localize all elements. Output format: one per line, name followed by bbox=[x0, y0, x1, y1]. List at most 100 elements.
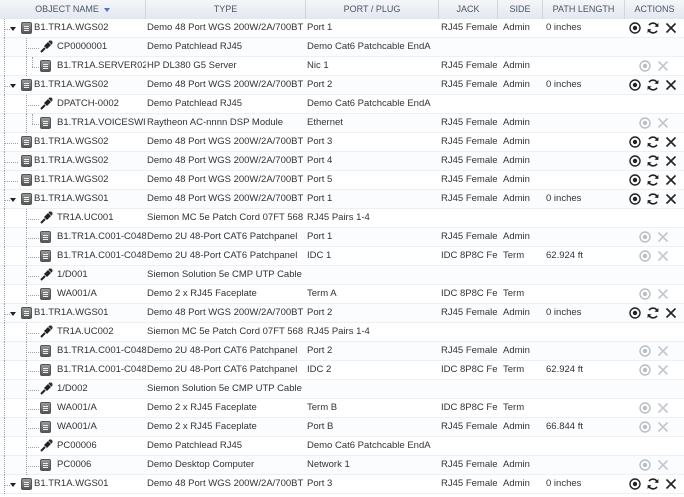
expand-toggle-icon[interactable] bbox=[10, 312, 16, 316]
column-header-type[interactable]: TYPE bbox=[146, 0, 306, 19]
view-path-icon[interactable] bbox=[628, 477, 642, 491]
view-path-icon[interactable] bbox=[638, 249, 652, 263]
object-name[interactable]: B1.TR1A.C001-C048 bbox=[57, 342, 146, 360]
object-name[interactable]: PC00006 bbox=[57, 437, 146, 455]
expand-toggle-icon[interactable] bbox=[10, 483, 16, 487]
column-header-side[interactable]: SIDE bbox=[498, 0, 543, 19]
object-name[interactable]: WA001/A bbox=[57, 399, 146, 417]
column-header-jack[interactable]: JACK bbox=[439, 0, 498, 19]
object-name[interactable]: CP0000001 bbox=[57, 38, 146, 56]
object-name[interactable]: B1.TR1A.C001-C048 bbox=[57, 361, 146, 379]
refresh-icon[interactable] bbox=[646, 78, 660, 92]
object-name[interactable]: B1.TR1A.WGS01 bbox=[34, 304, 146, 322]
object-name[interactable]: B1.TR1A.VOICESWITCH bbox=[57, 114, 146, 132]
close-icon[interactable] bbox=[664, 78, 678, 92]
view-path-icon[interactable] bbox=[638, 363, 652, 377]
table-row[interactable]: 1/D002 Siemon Solution 5e CMP UTP Cable bbox=[0, 380, 684, 399]
object-name[interactable]: B1.TR1A.WGS01 bbox=[34, 475, 146, 493]
view-path-icon[interactable] bbox=[628, 135, 642, 149]
view-path-icon[interactable] bbox=[638, 458, 652, 472]
view-path-icon[interactable] bbox=[638, 287, 652, 301]
table-row[interactable]: B1.TR1A.WGS01 Demo 48 Port WGS 200W/2A/70… bbox=[0, 475, 684, 494]
table-row[interactable]: B1.TR1A.C001-C048 Demo 2U 48-Port CAT6 Pa… bbox=[0, 247, 684, 266]
view-path-icon[interactable] bbox=[628, 306, 642, 320]
table-row[interactable]: B1.TR1A.WGS02 Demo 48 Port WGS 200W/2A/70… bbox=[0, 76, 684, 95]
refresh-icon[interactable] bbox=[646, 477, 660, 491]
table-row[interactable]: TR1A.UC002 Siemon MC 5e Patch Cord 07FT 5… bbox=[0, 323, 684, 342]
table-row[interactable]: PC0006 Demo Desktop Computer Network 1 RJ45… bbox=[0, 456, 684, 475]
view-path-icon[interactable] bbox=[628, 21, 642, 35]
view-path-icon[interactable] bbox=[628, 154, 642, 168]
table-row[interactable]: B1.TR1A.C001-C048 Demo 2U 48-Port CAT6 Pa… bbox=[0, 342, 684, 361]
column-label: SIDE bbox=[509, 4, 531, 14]
expand-toggle-icon[interactable] bbox=[10, 84, 16, 88]
view-path-icon[interactable] bbox=[628, 78, 642, 92]
object-name[interactable]: WA001/A bbox=[57, 285, 146, 303]
table-row[interactable]: WA001/A Demo 2 x RJ45 Faceplate Term A IDC … bbox=[0, 285, 684, 304]
object-name[interactable]: B1.TR1A.SERVER02 bbox=[57, 57, 146, 75]
cell-side: Admin bbox=[503, 155, 530, 166]
table-row[interactable]: TR1A.UC001 Siemon MC 5e Patch Cord 07FT 5… bbox=[0, 209, 684, 228]
view-path-icon[interactable] bbox=[638, 401, 652, 415]
table-row[interactable]: DPATCH-0002 Demo Patchlead RJ45 Demo Cat6 … bbox=[0, 95, 684, 114]
table-row[interactable]: B1.TR1A.WGS02 Demo 48 Port WGS 200W/2A/70… bbox=[0, 133, 684, 152]
object-name[interactable]: TR1A.UC002 bbox=[57, 323, 146, 341]
object-name[interactable]: B1.TR1A.C001-C048 bbox=[57, 228, 146, 246]
column-header-path-length[interactable]: PATH LENGTH bbox=[543, 0, 625, 19]
refresh-icon[interactable] bbox=[646, 192, 660, 206]
cell-port: Demo Cat6 Patchcable EndA bbox=[307, 41, 431, 52]
object-name[interactable]: B1.TR1A.WGS02 bbox=[34, 133, 146, 151]
table-row[interactable]: B1.TR1A.WGS01 Demo 48 Port WGS 200W/2A/70… bbox=[0, 190, 684, 209]
view-path-icon[interactable] bbox=[628, 192, 642, 206]
object-name[interactable]: B1.TR1A.WGS02 bbox=[34, 152, 146, 170]
table-row[interactable]: PC00006 Demo Patchlead RJ45 Demo Cat6 Patc… bbox=[0, 437, 684, 456]
object-name[interactable]: TR1A.UC001 bbox=[57, 209, 146, 227]
table-row[interactable]: B1.TR1A.C001-C048 Demo 2U 48-Port CAT6 Pa… bbox=[0, 361, 684, 380]
close-icon[interactable] bbox=[664, 135, 678, 149]
column-header-port-plug[interactable]: PORT / PLUG bbox=[306, 0, 439, 19]
expand-toggle-icon[interactable] bbox=[10, 198, 16, 202]
view-path-icon[interactable] bbox=[638, 420, 652, 434]
refresh-icon[interactable] bbox=[646, 135, 660, 149]
table-row[interactable]: B1.TR1A.VOICESWITCHRaytheon AC-nnnn DSP … bbox=[0, 114, 684, 133]
close-icon[interactable] bbox=[664, 306, 678, 320]
close-icon[interactable] bbox=[664, 154, 678, 168]
refresh-icon[interactable] bbox=[646, 173, 660, 187]
close-icon[interactable] bbox=[664, 192, 678, 206]
object-name[interactable]: 1/D002 bbox=[57, 380, 146, 398]
object-name[interactable]: B1.TR1A.WGS02 bbox=[34, 76, 146, 94]
close-icon[interactable] bbox=[664, 173, 678, 187]
object-name[interactable]: B1.TR1A.WGS01 bbox=[34, 190, 146, 208]
object-name[interactable]: PC0006 bbox=[57, 456, 146, 474]
table-row[interactable]: CP0000001 Demo Patchlead RJ45 Demo Cat6 Pa… bbox=[0, 38, 684, 57]
table-row[interactable]: B1.TR1A.WGS01 Demo 48 Port WGS 200W/2A/70… bbox=[0, 304, 684, 323]
expand-toggle-icon[interactable] bbox=[10, 27, 16, 31]
object-name[interactable]: DPATCH-0002 bbox=[57, 95, 146, 113]
object-name[interactable]: B1.TR1A.WGS02 bbox=[34, 19, 146, 37]
view-path-icon[interactable] bbox=[638, 59, 652, 73]
object-name[interactable]: B1.TR1A.C001-C048 bbox=[57, 247, 146, 265]
close-icon[interactable] bbox=[664, 21, 678, 35]
sort-descending-icon[interactable] bbox=[103, 7, 110, 12]
refresh-icon[interactable] bbox=[646, 154, 660, 168]
object-name[interactable]: B1.TR1A.WGS02 bbox=[34, 171, 146, 189]
close-icon[interactable] bbox=[664, 477, 678, 491]
object-name[interactable]: WA001/A bbox=[57, 418, 146, 436]
table-row[interactable]: B1.TR1A.WGS02 Demo 48 Port WGS 200W/2A/70… bbox=[0, 19, 684, 38]
table-row[interactable]: B1.TR1A.C001-C048 Demo 2U 48-Port CAT6 Pa… bbox=[0, 228, 684, 247]
table-row[interactable]: WA001/A Demo 2 x RJ45 Faceplate Port B RJ45… bbox=[0, 418, 684, 437]
view-path-icon[interactable] bbox=[638, 116, 652, 130]
view-path-icon[interactable] bbox=[628, 173, 642, 187]
table-row[interactable]: B1.TR1A.WGS02 Demo 48 Port WGS 200W/2A/70… bbox=[0, 171, 684, 190]
view-path-icon[interactable] bbox=[638, 344, 652, 358]
refresh-icon[interactable] bbox=[646, 21, 660, 35]
tree-line bbox=[4, 228, 5, 247]
view-path-icon[interactable] bbox=[638, 230, 652, 244]
table-row[interactable]: B1.TR1A.WGS02 Demo 48 Port WGS 200W/2A/70… bbox=[0, 152, 684, 171]
table-row[interactable]: 1/D001 Siemon Solution 5e CMP UTP Cable bbox=[0, 266, 684, 285]
object-name[interactable]: 1/D001 bbox=[57, 266, 146, 284]
table-row[interactable]: WA001/A Demo 2 x RJ45 Faceplate Term B IDC … bbox=[0, 399, 684, 418]
refresh-icon[interactable] bbox=[646, 306, 660, 320]
table-row[interactable]: B1.TR1A.SERVER02 HP DL380 G5 Server Nic 1 R… bbox=[0, 57, 684, 76]
column-header-object-name[interactable]: OBJECT NAME bbox=[0, 0, 146, 19]
